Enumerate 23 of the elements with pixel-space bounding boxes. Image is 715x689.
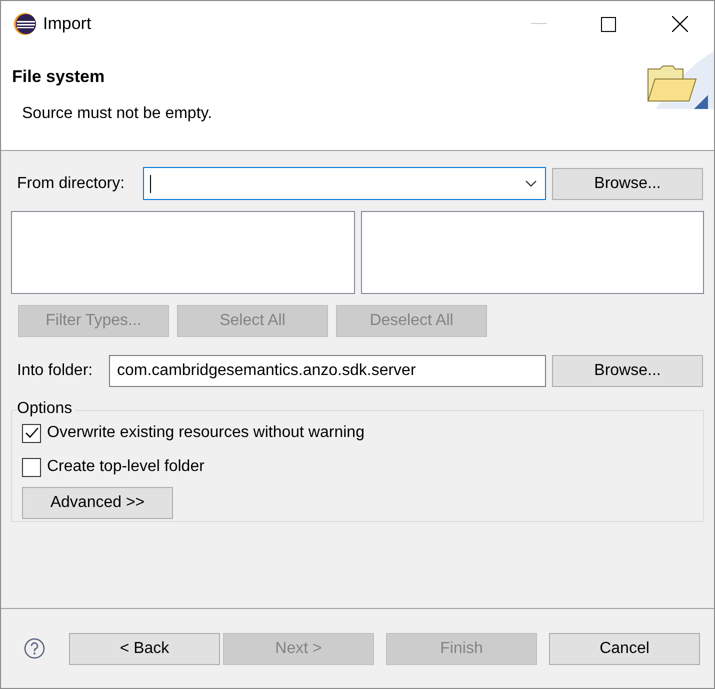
into-folder-field[interactable]: com.cambridgesemantics.anzo.sdk.server: [109, 355, 546, 387]
page-title: File system: [12, 66, 105, 88]
checkbox-label[interactable]: Overwrite existing resources without warning: [47, 421, 364, 445]
advanced-button[interactable]: Advanced >>: [22, 487, 173, 519]
directory-combo-box[interactable]: [143, 167, 546, 200]
app-logo-icon: [13, 12, 37, 36]
checkbox[interactable]: [22, 424, 41, 442]
field-label: Into folder:: [17, 361, 94, 381]
status-message: Source must not be empty.: [22, 104, 212, 124]
close-icon[interactable]: [672, 16, 688, 32]
file-list[interactable]: [360, 211, 704, 294]
checkbox-label[interactable]: Create top-level folder: [47, 455, 204, 479]
dropdown-caret-icon: [525, 180, 537, 187]
dialog-button[interactable]: < Back: [69, 632, 220, 664]
checkbox[interactable]: [22, 458, 41, 476]
field-label: From directory:: [17, 174, 126, 194]
dialog-button[interactable]: Cancel: [549, 632, 700, 664]
window-title: Import: [43, 13, 92, 36]
folder-tree-list[interactable]: [11, 211, 354, 294]
help-icon[interactable]: [24, 638, 45, 659]
maximize-icon[interactable]: [601, 16, 616, 32]
browse-button[interactable]: Browse...: [552, 355, 703, 387]
browse-button[interactable]: Browse...: [552, 168, 703, 200]
